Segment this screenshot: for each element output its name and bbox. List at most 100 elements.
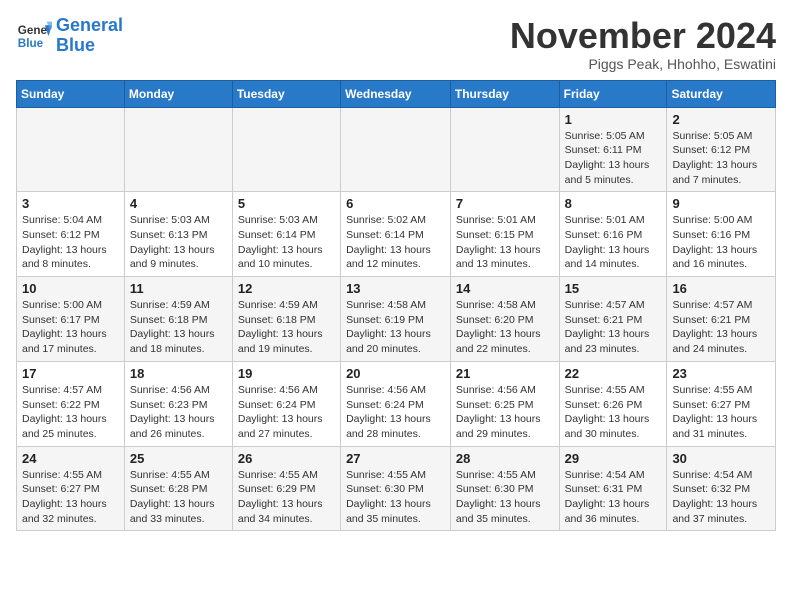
weekday-header-saturday: Saturday xyxy=(667,80,776,107)
day-info: Sunrise: 5:00 AMSunset: 6:16 PMDaylight:… xyxy=(672,213,770,272)
day-info: Sunrise: 4:55 AMSunset: 6:27 PMDaylight:… xyxy=(672,383,770,442)
weekday-header-tuesday: Tuesday xyxy=(232,80,340,107)
day-number: 11 xyxy=(130,281,227,296)
day-info: Sunrise: 5:03 AMSunset: 6:14 PMDaylight:… xyxy=(238,213,335,272)
day-number: 23 xyxy=(672,366,770,381)
logo-text: GeneralBlue xyxy=(56,16,123,56)
calendar-cell: 18Sunrise: 4:56 AMSunset: 6:23 PMDayligh… xyxy=(124,361,232,446)
calendar-cell: 21 Sunrise: 4:56 AMSunset: 6:25 PMDayligh… xyxy=(450,361,559,446)
page-header: General Blue GeneralBlue November 2024 P… xyxy=(16,16,776,72)
calendar-cell xyxy=(17,107,125,192)
calendar-cell: 5 Sunrise: 5:03 AMSunset: 6:14 PMDaylight… xyxy=(232,192,340,277)
logo: General Blue GeneralBlue xyxy=(16,16,123,56)
month-title: November 2024 xyxy=(510,16,776,56)
day-info: Sunrise: 5:05 AMSunset: 6:12 PMDaylight:… xyxy=(672,129,770,188)
day-number: 4 xyxy=(130,196,227,211)
calendar-cell xyxy=(124,107,232,192)
day-info: Sunrise: 4:54 AMSunset: 6:32 PMDaylight:… xyxy=(672,468,770,527)
calendar-cell: 22Sunrise: 4:55 AMSunset: 6:26 PMDayligh… xyxy=(559,361,667,446)
calendar-cell: 10 Sunrise: 5:00 AMSunset: 6:17 PMDayligh… xyxy=(17,277,125,362)
calendar-cell: 6 Sunrise: 5:02 AMSunset: 6:14 PMDaylight… xyxy=(341,192,451,277)
day-number: 19 xyxy=(238,366,335,381)
calendar-cell: 25Sunrise: 4:55 AMSunset: 6:28 PMDayligh… xyxy=(124,446,232,531)
day-number: 20 xyxy=(346,366,445,381)
location-subtitle: Piggs Peak, Hhohho, Eswatini xyxy=(510,56,776,72)
day-info: Sunrise: 4:58 AMSunset: 6:20 PMDaylight:… xyxy=(456,298,554,357)
calendar-cell: 20Sunrise: 4:56 AMSunset: 6:24 PMDayligh… xyxy=(341,361,451,446)
day-info: Sunrise: 5:02 AMSunset: 6:14 PMDaylight:… xyxy=(346,213,445,272)
calendar-cell xyxy=(232,107,340,192)
calendar-cell: 11 Sunrise: 4:59 AMSunset: 6:18 PMDayligh… xyxy=(124,277,232,362)
day-info: Sunrise: 4:54 AMSunset: 6:31 PMDaylight:… xyxy=(565,468,662,527)
day-info: Sunrise: 4:59 AMSunset: 6:18 PMDaylight:… xyxy=(238,298,335,357)
calendar-cell: 17 Sunrise: 4:57 AMSunset: 6:22 PMDayligh… xyxy=(17,361,125,446)
calendar-cell: 8 Sunrise: 5:01 AMSunset: 6:16 PMDaylight… xyxy=(559,192,667,277)
day-info: Sunrise: 5:00 AMSunset: 6:17 PMDaylight:… xyxy=(22,298,119,357)
calendar-cell: 2 Sunrise: 5:05 AMSunset: 6:12 PMDaylight… xyxy=(667,107,776,192)
day-number: 14 xyxy=(456,281,554,296)
day-number: 2 xyxy=(672,112,770,127)
day-number: 5 xyxy=(238,196,335,211)
calendar-header: SundayMondayTuesdayWednesdayThursdayFrid… xyxy=(17,80,776,107)
weekday-header-sunday: Sunday xyxy=(17,80,125,107)
calendar-cell: 26 Sunrise: 4:55 AMSunset: 6:29 PMDayligh… xyxy=(232,446,340,531)
calendar-cell: 19 Sunrise: 4:56 AMSunset: 6:24 PMDayligh… xyxy=(232,361,340,446)
calendar-cell: 15 Sunrise: 4:57 AMSunset: 6:21 PMDayligh… xyxy=(559,277,667,362)
day-number: 13 xyxy=(346,281,445,296)
day-number: 17 xyxy=(22,366,119,381)
weekday-header-friday: Friday xyxy=(559,80,667,107)
calendar-cell: 24Sunrise: 4:55 AMSunset: 6:27 PMDayligh… xyxy=(17,446,125,531)
svg-text:Blue: Blue xyxy=(18,37,44,50)
calendar-cell: 7Sunrise: 5:01 AMSunset: 6:15 PMDaylight… xyxy=(450,192,559,277)
calendar-cell xyxy=(450,107,559,192)
title-area: November 2024 Piggs Peak, Hhohho, Eswati… xyxy=(510,16,776,72)
day-info: Sunrise: 4:59 AMSunset: 6:18 PMDaylight:… xyxy=(130,298,227,357)
day-number: 6 xyxy=(346,196,445,211)
calendar-cell xyxy=(341,107,451,192)
day-info: Sunrise: 5:04 AMSunset: 6:12 PMDaylight:… xyxy=(22,213,119,272)
day-number: 30 xyxy=(672,451,770,466)
day-info: Sunrise: 4:55 AMSunset: 6:30 PMDaylight:… xyxy=(456,468,554,527)
calendar-cell: 27 Sunrise: 4:55 AMSunset: 6:30 PMDayligh… xyxy=(341,446,451,531)
day-number: 15 xyxy=(565,281,662,296)
day-number: 29 xyxy=(565,451,662,466)
day-info: Sunrise: 4:57 AMSunset: 6:22 PMDaylight:… xyxy=(22,383,119,442)
calendar-cell: 14 Sunrise: 4:58 AMSunset: 6:20 PMDayligh… xyxy=(450,277,559,362)
calendar-cell: 28 Sunrise: 4:55 AMSunset: 6:30 PMDayligh… xyxy=(450,446,559,531)
day-number: 3 xyxy=(22,196,119,211)
day-info: Sunrise: 5:01 AMSunset: 6:16 PMDaylight:… xyxy=(565,213,662,272)
calendar-cell: 13 Sunrise: 4:58 AMSunset: 6:19 PMDayligh… xyxy=(341,277,451,362)
day-info: Sunrise: 4:56 AMSunset: 6:24 PMDaylight:… xyxy=(238,383,335,442)
calendar-cell: 30 Sunrise: 4:54 AMSunset: 6:32 PMDayligh… xyxy=(667,446,776,531)
day-number: 12 xyxy=(238,281,335,296)
day-number: 21 xyxy=(456,366,554,381)
calendar-cell: 16 Sunrise: 4:57 AMSunset: 6:21 PMDayligh… xyxy=(667,277,776,362)
day-info: Sunrise: 4:58 AMSunset: 6:19 PMDaylight:… xyxy=(346,298,445,357)
weekday-header-wednesday: Wednesday xyxy=(341,80,451,107)
day-info: Sunrise: 4:55 AMSunset: 6:29 PMDaylight:… xyxy=(238,468,335,527)
day-info: Sunrise: 4:55 AMSunset: 6:30 PMDaylight:… xyxy=(346,468,445,527)
calendar-cell: 1Sunrise: 5:05 AMSunset: 6:11 PMDaylight… xyxy=(559,107,667,192)
day-number: 9 xyxy=(672,196,770,211)
day-info: Sunrise: 4:57 AMSunset: 6:21 PMDaylight:… xyxy=(565,298,662,357)
day-number: 18 xyxy=(130,366,227,381)
calendar-cell: 29 Sunrise: 4:54 AMSunset: 6:31 PMDayligh… xyxy=(559,446,667,531)
day-number: 16 xyxy=(672,281,770,296)
day-number: 1 xyxy=(565,112,662,127)
day-info: Sunrise: 4:57 AMSunset: 6:21 PMDaylight:… xyxy=(672,298,770,357)
calendar-cell: 23 Sunrise: 4:55 AMSunset: 6:27 PMDayligh… xyxy=(667,361,776,446)
day-number: 8 xyxy=(565,196,662,211)
day-number: 28 xyxy=(456,451,554,466)
day-info: Sunrise: 4:55 AMSunset: 6:28 PMDaylight:… xyxy=(130,468,227,527)
day-info: Sunrise: 4:56 AMSunset: 6:25 PMDaylight:… xyxy=(456,383,554,442)
calendar-table: SundayMondayTuesdayWednesdayThursdayFrid… xyxy=(16,80,776,532)
day-number: 27 xyxy=(346,451,445,466)
day-number: 10 xyxy=(22,281,119,296)
day-info: Sunrise: 4:55 AMSunset: 6:27 PMDaylight:… xyxy=(22,468,119,527)
weekday-header-monday: Monday xyxy=(124,80,232,107)
day-number: 26 xyxy=(238,451,335,466)
weekday-header-thursday: Thursday xyxy=(450,80,559,107)
day-info: Sunrise: 5:01 AMSunset: 6:15 PMDaylight:… xyxy=(456,213,554,272)
calendar-cell: 3 Sunrise: 5:04 AMSunset: 6:12 PMDaylight… xyxy=(17,192,125,277)
calendar-cell: 12 Sunrise: 4:59 AMSunset: 6:18 PMDayligh… xyxy=(232,277,340,362)
